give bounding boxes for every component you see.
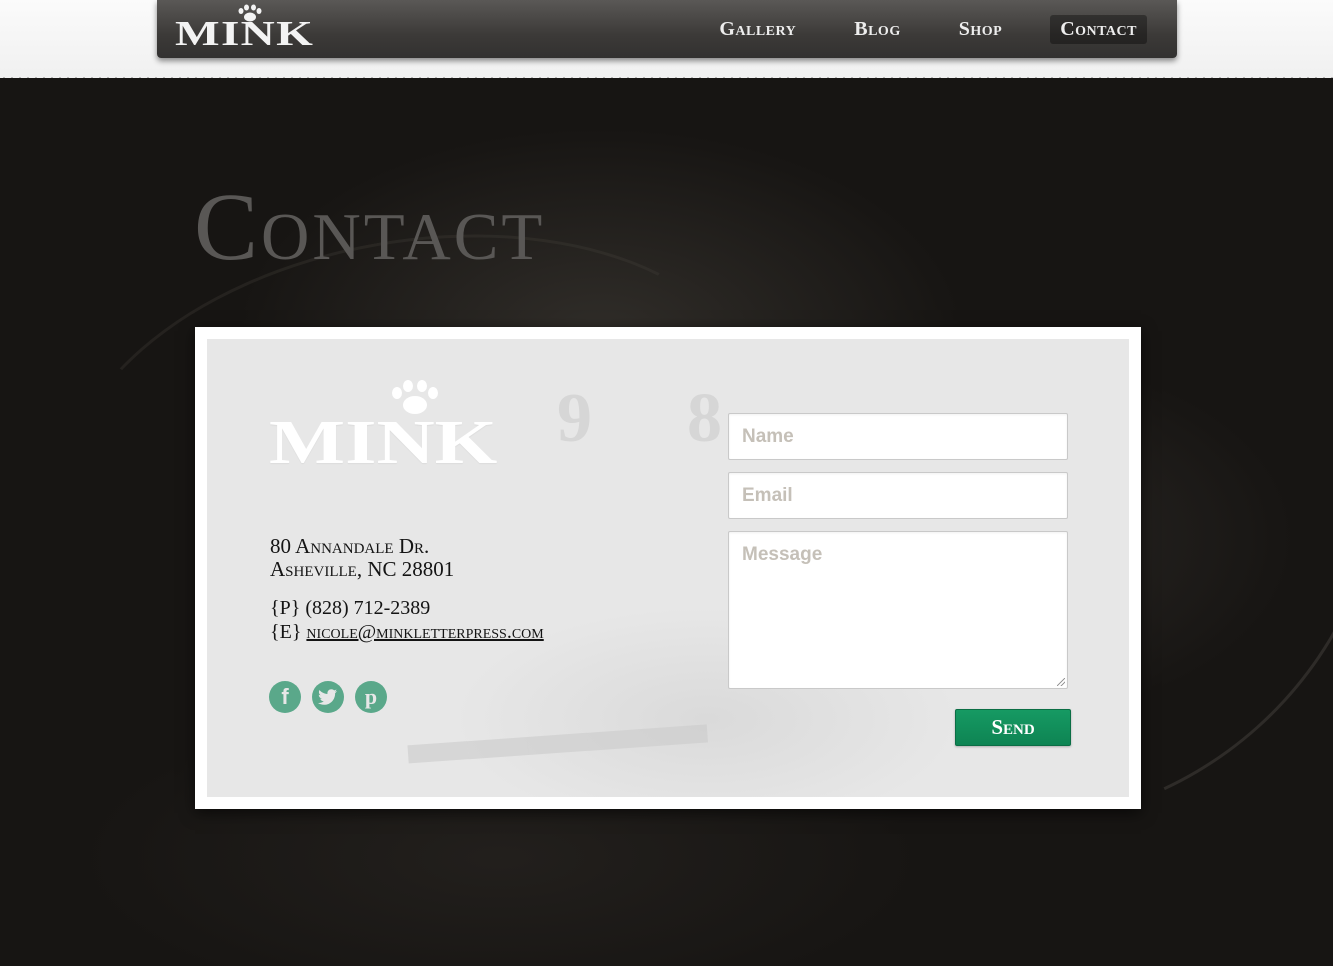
email-field[interactable]: Email xyxy=(728,472,1068,519)
contact-card-panel: 9 8 ▬▬▬▬▬ MINK 80 Annandale Dr. Ashevill… xyxy=(207,339,1129,797)
nav-item-shop[interactable]: Shop xyxy=(949,15,1012,44)
facebook-icon[interactable]: f xyxy=(269,681,301,713)
phone-number: (828) 712-2389 xyxy=(305,597,431,619)
contact-card: 9 8 ▬▬▬▬▬ MINK 80 Annandale Dr. Ashevill… xyxy=(195,327,1141,809)
contact-details: {P} (828) 712-2389 {E} nicole@minkletter… xyxy=(270,596,544,644)
send-button[interactable]: Send xyxy=(955,709,1071,746)
twitter-icon[interactable] xyxy=(312,681,344,713)
email-line: {E} nicole@minkletterpress.com xyxy=(270,620,544,644)
contact-form: Name Email Message Send xyxy=(728,413,1071,746)
main-nav: Gallery Blog Shop Contact xyxy=(671,12,1147,46)
phone-prefix: {P} xyxy=(270,597,301,619)
email-link[interactable]: nicole@minkletterpress.com xyxy=(306,621,543,643)
card-logo: MINK xyxy=(269,379,569,477)
message-field[interactable]: Message xyxy=(728,531,1068,689)
facebook-glyph: f xyxy=(281,684,289,709)
email-prefix: {E} xyxy=(270,621,302,643)
pinterest-glyph: p xyxy=(364,684,378,709)
pinterest-icon[interactable]: p xyxy=(355,681,387,713)
phone-line: {P} (828) 712-2389 xyxy=(270,596,544,620)
card-logo-wordmark: MINK xyxy=(269,409,498,477)
site-logo[interactable]: MINK xyxy=(175,2,325,54)
nav-item-gallery[interactable]: Gallery xyxy=(709,15,806,44)
address-line-2: Asheville, NC 28801 xyxy=(270,557,455,581)
logo-wordmark: MINK xyxy=(175,14,315,53)
twitter-bird-glyph xyxy=(318,689,337,705)
message-placeholder: Message xyxy=(742,544,823,565)
nav-item-contact[interactable]: Contact xyxy=(1050,14,1147,44)
navbar: MINK Gallery Blog Shop Contact xyxy=(157,0,1177,58)
address-line-1: 80 Annandale Dr. xyxy=(270,534,430,558)
page-title: Contact xyxy=(194,173,546,280)
background-decoration: ▬▬▬▬▬ xyxy=(405,689,709,777)
nav-item-blog[interactable]: Blog xyxy=(844,15,910,44)
name-field[interactable]: Name xyxy=(728,413,1068,460)
address: 80 Annandale Dr. Asheville, NC 28801 xyxy=(270,535,454,581)
social-links: f p xyxy=(269,681,398,713)
background-decoration: 8 xyxy=(687,380,722,457)
resize-handle[interactable] xyxy=(1057,678,1065,686)
